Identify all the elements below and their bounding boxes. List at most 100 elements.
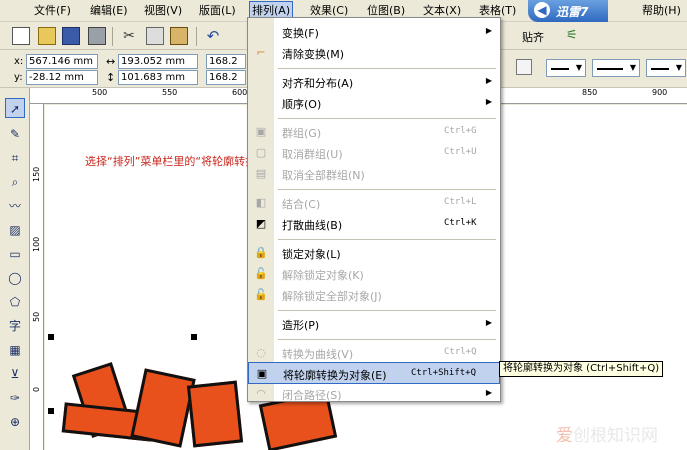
menu-layout[interactable]: 版面(L) <box>197 3 238 19</box>
selection-handle[interactable] <box>48 408 54 414</box>
scale-height-field[interactable]: 168.2 <box>206 70 246 85</box>
start-arrowhead-dropdown[interactable]: ▼ <box>546 59 586 77</box>
freehand-tool-icon[interactable]: 〰 <box>5 196 25 216</box>
vertical-ruler[interactable]: 150 100 50 0 <box>30 104 44 450</box>
submenu-arrow-icon: ▶ <box>485 388 492 397</box>
group-icon: ▣ <box>255 125 267 138</box>
table-tool-icon[interactable]: ▦ <box>5 340 25 360</box>
menu-item-shaping[interactable]: 造形(P) ▶ <box>248 313 500 335</box>
menu-divider <box>278 339 496 340</box>
unlock-all-icon: 🔓 <box>254 288 268 301</box>
ungroup-icon: ▢ <box>255 146 267 159</box>
height-field[interactable]: 101.683 mm <box>118 70 198 85</box>
arrange-menu: 变换(F) ▶ ⌐ 清除变换(M) 对齐和分布(A) ▶ 顺序(O) ▶ ▣ 群… <box>247 17 501 402</box>
menu-item-transform[interactable]: 变换(F) ▶ <box>248 21 500 43</box>
menu-item-group[interactable]: ▣ 群组(G) Ctrl+G <box>248 121 500 143</box>
menu-item-lock-object[interactable]: 🔒 锁定对象(L) <box>248 242 500 264</box>
menu-item-label: 闭合路径(S) <box>282 389 342 402</box>
text-tool-icon[interactable]: 字 <box>5 316 25 336</box>
save-icon[interactable] <box>62 27 80 45</box>
menu-item-label: 变换(F) <box>282 27 319 40</box>
logo-arrow-icon: ◀ <box>534 2 550 18</box>
width-icon: ↔ <box>106 55 116 68</box>
dimension-tool-icon[interactable]: ⊻ <box>5 364 25 384</box>
selection-handle[interactable] <box>48 334 54 340</box>
ungroup-all-icon: ▤ <box>255 167 267 180</box>
line-style-dropdown[interactable]: ▼ <box>592 59 640 77</box>
clear-transform-icon: ⌐ <box>256 46 266 59</box>
crop-tool-icon[interactable]: ⌗ <box>5 148 25 168</box>
submenu-arrow-icon: ▶ <box>485 318 492 327</box>
print-icon[interactable] <box>88 27 106 45</box>
menu-item-convert-outline-to-object[interactable]: ▣ 将轮廓转换为对象(E) Ctrl+Shift+Q <box>248 362 500 384</box>
menu-item-label: 将轮廓转换为对象(E) <box>283 369 387 382</box>
menu-item-clear-transform[interactable]: ⌐ 清除变换(M) <box>248 42 500 64</box>
chevron-down-icon: ▼ <box>675 63 682 72</box>
menu-item-ungroup[interactable]: ▢ 取消群组(U) Ctrl+U <box>248 142 500 164</box>
logo-text: 迅雷7 <box>556 5 589 19</box>
new-document-icon[interactable] <box>12 27 30 45</box>
y-position-field[interactable]: -28.12 mm <box>26 70 98 85</box>
menu-edit[interactable]: 编辑(E) <box>88 3 130 19</box>
menu-help[interactable]: 帮助(H) <box>640 3 683 19</box>
menu-item-align-distribute[interactable]: 对齐和分布(A) ▶ <box>248 71 500 93</box>
menu-item-label: 造形(P) <box>282 319 320 332</box>
shape-tool-icon[interactable]: ✎ <box>5 124 25 144</box>
menu-item-shortcut: Ctrl+Shift+Q <box>411 368 477 378</box>
undo-icon[interactable]: ↶ <box>204 27 222 45</box>
zoom-tool-icon[interactable]: ⌕ <box>5 172 25 192</box>
menu-item-combine[interactable]: ◧ 结合(C) Ctrl+L <box>248 192 500 214</box>
pick-tool-icon[interactable]: ➚ <box>5 98 25 118</box>
wrap-text-icon[interactable] <box>516 59 532 75</box>
menu-item-shortcut: Ctrl+Q <box>444 347 477 357</box>
scale-width-field[interactable]: 168.2 <box>206 54 246 69</box>
menu-item-label: 结合(C) <box>282 198 321 211</box>
end-arrowhead-dropdown[interactable]: ▼ <box>646 59 686 77</box>
options-icon[interactable]: ⚟ <box>566 27 584 45</box>
ruler-label: 150 <box>32 166 41 182</box>
menu-item-convert-to-curves[interactable]: ◌ 转换为曲线(V) Ctrl+Q <box>248 342 500 364</box>
open-folder-icon[interactable] <box>38 27 56 45</box>
ruler-label: 0 <box>32 386 41 392</box>
menu-item-unlock-object[interactable]: 🔓 解除锁定对象(K) <box>248 263 500 285</box>
eyedropper-tool-icon[interactable]: ✑ <box>5 388 25 408</box>
menu-tooltip: 将轮廓转换为对象 (Ctrl+Shift+Q) <box>499 361 664 377</box>
menu-item-shortcut: Ctrl+K <box>444 218 477 228</box>
ellipse-tool-icon[interactable]: ◯ <box>5 268 25 288</box>
artwork-shape[interactable] <box>186 380 244 448</box>
menu-item-break-curve[interactable]: ◩ 打散曲线(B) Ctrl+K <box>248 213 500 235</box>
lock-icon: 🔒 <box>254 246 268 259</box>
watermark-brand: 爱 <box>556 426 573 446</box>
width-field[interactable]: 193.052 mm <box>118 54 198 69</box>
menu-divider <box>278 118 496 119</box>
rectangle-tool-icon[interactable]: ▭ <box>5 244 25 264</box>
menu-item-close-path[interactable]: ◠ 闭合路径(S) ▶ <box>248 383 500 405</box>
polygon-tool-icon[interactable]: ⬠ <box>5 292 25 312</box>
menu-item-order[interactable]: 顺序(O) ▶ <box>248 92 500 114</box>
submenu-arrow-icon: ▶ <box>485 97 492 106</box>
menu-item-unlock-all[interactable]: 🔓 解除锁定全部对象(J) <box>248 284 500 306</box>
outline-tool-icon[interactable]: ⊕ <box>5 412 25 432</box>
menu-item-ungroup-all[interactable]: ▤ 取消全部群组(N) <box>248 163 500 185</box>
outline-to-object-icon: ▣ <box>256 367 268 380</box>
smart-fill-tool-icon[interactable]: ▨ <box>5 220 25 240</box>
snap-to-label[interactable]: 贴齐 <box>522 29 544 45</box>
copy-icon[interactable] <box>146 27 164 45</box>
artwork-shape[interactable] <box>130 368 196 448</box>
cut-icon[interactable]: ✂ <box>120 27 138 45</box>
line-preview-icon <box>551 68 569 70</box>
submenu-arrow-icon: ▶ <box>485 26 492 35</box>
xunlei-logo: ◀ 迅雷7 <box>528 0 608 22</box>
menu-divider <box>278 68 496 69</box>
y-label: y: <box>14 72 23 83</box>
selection-handle[interactable] <box>191 334 197 340</box>
menu-view[interactable]: 视图(V) <box>142 3 184 19</box>
ruler-label: 100 <box>32 236 41 252</box>
chevron-down-icon: ▼ <box>629 63 636 72</box>
menu-item-label: 顺序(O) <box>282 98 322 111</box>
x-position-field[interactable]: 567.146 mm <box>26 54 98 69</box>
paste-icon[interactable] <box>170 27 188 45</box>
site-watermark: 爱创根知识网 <box>556 421 658 446</box>
x-label: x: <box>14 56 24 67</box>
menu-file[interactable]: 文件(F) <box>32 3 73 19</box>
